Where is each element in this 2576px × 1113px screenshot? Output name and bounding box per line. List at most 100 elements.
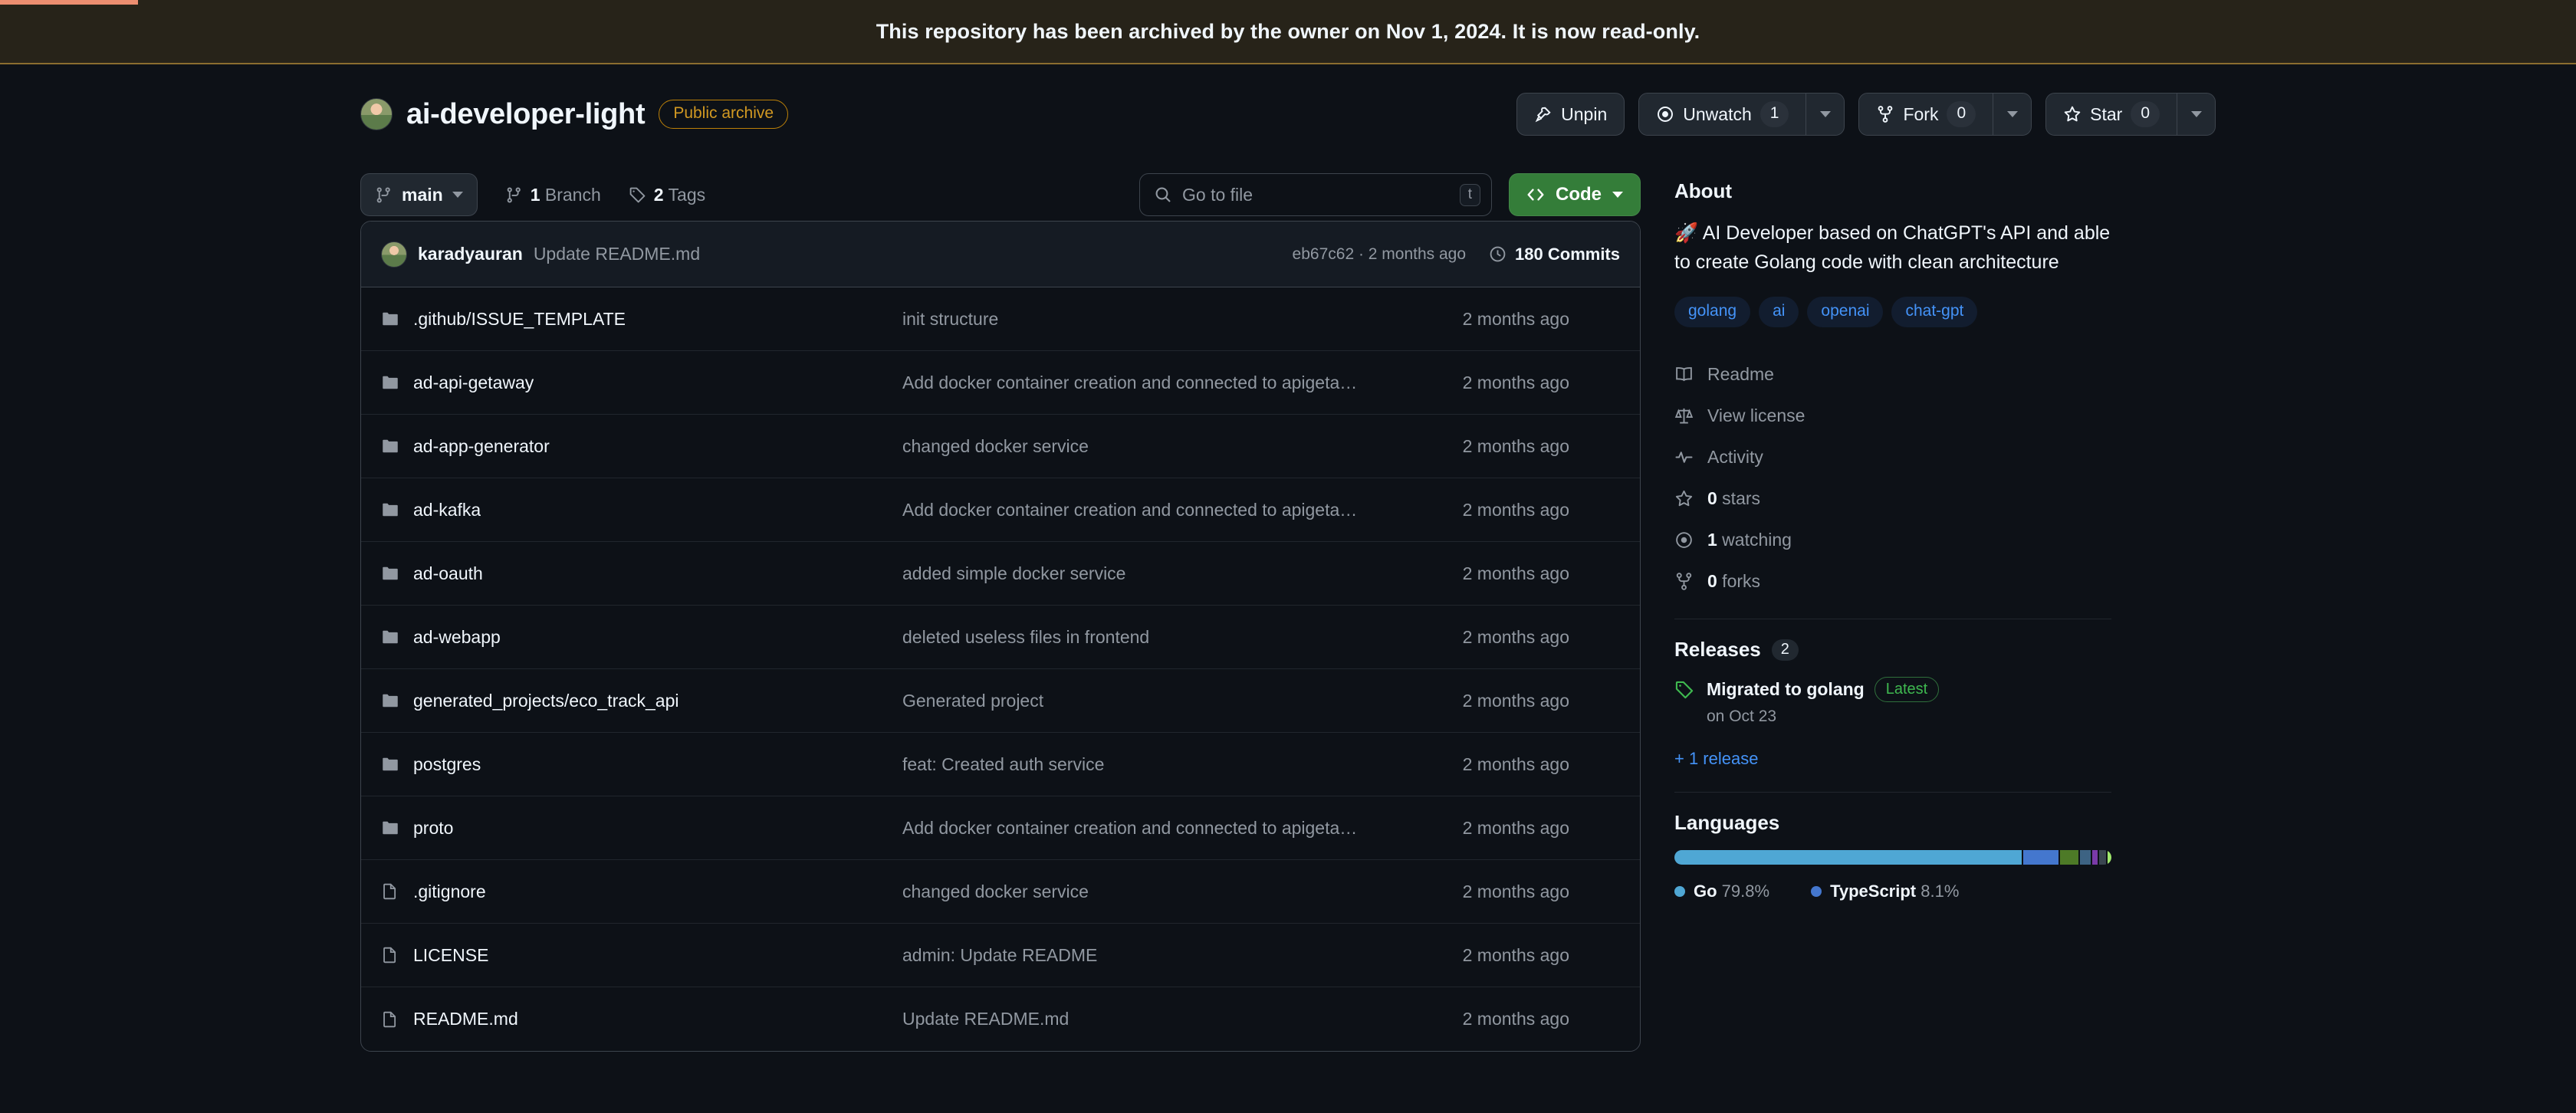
commit-message[interactable]: Update README.md — [534, 244, 700, 264]
topic-tag[interactable]: openai — [1807, 297, 1884, 328]
release-latest-badge: Latest — [1874, 677, 1940, 703]
commit-sha-and-time[interactable]: eb67c62 · 2 months ago — [1293, 245, 1467, 264]
file-commit-age: 2 months ago — [1462, 626, 1569, 647]
eye-icon — [1676, 531, 1692, 548]
table-row[interactable]: ad-oauth added simple docker service 2 mon… — [361, 542, 1640, 606]
file-name[interactable]: ad-api-getaway — [413, 373, 534, 393]
star-count: 0 — [2131, 101, 2160, 127]
watch-dropdown-button[interactable] — [1806, 94, 1845, 135]
commit-author-avatar[interactable] — [381, 241, 407, 268]
language-segment[interactable] — [2023, 850, 2058, 865]
file-name-cell[interactable]: ad-app-generator — [381, 436, 902, 457]
star-dropdown-button[interactable] — [2177, 94, 2215, 135]
file-name[interactable]: ad-app-generator — [413, 436, 550, 457]
file-commit-message[interactable]: init structure — [902, 309, 1393, 330]
file-name-cell[interactable]: proto — [381, 818, 902, 839]
more-releases-link[interactable]: + 1 release — [1674, 749, 2111, 769]
file-name-cell[interactable]: ad-oauth — [381, 563, 902, 584]
table-row[interactable]: LICENSE admin: Update README 2 months ago — [361, 924, 1640, 987]
release-name[interactable]: Migrated to golang — [1707, 679, 1865, 700]
file-name-cell[interactable]: .gitignore — [381, 882, 902, 902]
file-commit-message[interactable]: Add docker container creation and connec… — [902, 373, 1393, 393]
topic-tag[interactable]: chat-gpt — [1891, 297, 1978, 328]
language-segment[interactable] — [2092, 850, 2098, 865]
language-legend-item[interactable]: TypeScript 8.1% — [1811, 882, 1959, 901]
file-name-cell[interactable]: postgres — [381, 754, 902, 775]
file-commit-message[interactable]: deleted useless files in frontend — [902, 627, 1393, 648]
file-name-cell[interactable]: ad-api-getaway — [381, 373, 902, 393]
file-commit-age: 2 months ago — [1462, 690, 1569, 711]
fork-button[interactable]: Fork 0 — [1859, 94, 1993, 135]
star-button[interactable]: Star 0 — [2046, 94, 2177, 135]
fork-label: Fork — [1903, 103, 1939, 124]
table-row[interactable]: .github/ISSUE_TEMPLATE init structure 2 mo… — [361, 287, 1640, 351]
branches-link[interactable]: 1 Branch — [505, 185, 601, 205]
sidebar-item-label: View license — [1707, 405, 1806, 425]
file-name[interactable]: ad-kafka — [413, 500, 481, 520]
file-name[interactable]: README.md — [413, 1009, 518, 1029]
language-segment[interactable] — [2107, 850, 2111, 865]
sidebar-item-law[interactable]: View license — [1674, 395, 2111, 436]
file-name-cell[interactable]: ad-kafka — [381, 500, 902, 520]
file-name[interactable]: .gitignore — [413, 882, 486, 902]
topic-tag[interactable]: ai — [1759, 297, 1799, 328]
code-button-label: Code — [1556, 184, 1602, 205]
commit-author-name[interactable]: karadyauran — [418, 244, 523, 264]
file-name[interactable]: LICENSE — [413, 945, 488, 966]
language-legend-item[interactable]: Go 79.8% — [1674, 882, 1769, 901]
sidebar-item-star[interactable]: 0 stars — [1674, 478, 2111, 519]
commit-history-link[interactable]: 180 Commits — [1489, 245, 1620, 264]
file-commit-message[interactable]: changed docker service — [902, 882, 1393, 902]
table-row[interactable]: README.md Update README.md 2 months ago — [361, 987, 1640, 1051]
file-commit-age: 2 months ago — [1462, 372, 1569, 392]
unpin-button[interactable]: Unpin — [1516, 93, 1625, 136]
file-commit-message[interactable]: feat: Created auth service — [902, 754, 1393, 775]
repository-header: ai-developer-light Public archive Unpin … — [360, 64, 2216, 158]
table-row[interactable]: ad-webapp deleted useless files in fronte… — [361, 606, 1640, 669]
tags-link[interactable]: 2 Tags — [629, 185, 705, 205]
file-name[interactable]: postgres — [413, 754, 481, 775]
file-name-cell[interactable]: .github/ISSUE_TEMPLATE — [381, 309, 902, 330]
fork-dropdown-button[interactable] — [1993, 94, 2032, 135]
table-row[interactable]: postgres feat: Created auth service 2 mont… — [361, 733, 1640, 796]
file-name[interactable]: ad-webapp — [413, 627, 501, 648]
file-name[interactable]: generated_projects/eco_track_api — [413, 691, 679, 711]
table-row[interactable]: generated_projects/eco_track_api Generate… — [361, 669, 1640, 733]
watch-button-group: Unwatch 1 — [1638, 93, 1845, 136]
file-commit-message[interactable]: Generated project — [902, 691, 1393, 711]
file-name-cell[interactable]: LICENSE — [381, 945, 902, 966]
repository-name[interactable]: ai-developer-light — [406, 98, 646, 131]
table-row[interactable]: ad-kafka Add docker container creation an… — [361, 478, 1640, 542]
table-row[interactable]: ad-app-generator changed docker service 2 … — [361, 415, 1640, 478]
sidebar-item-fork[interactable]: 0 forks — [1674, 560, 2111, 602]
table-row[interactable]: ad-api-getaway Add docker container creat… — [361, 351, 1640, 415]
sidebar-item-book[interactable]: Readme — [1674, 353, 2111, 395]
language-segment[interactable] — [2060, 850, 2079, 865]
file-name-cell[interactable]: generated_projects/eco_track_api — [381, 691, 902, 711]
file-name[interactable]: ad-oauth — [413, 563, 483, 584]
file-name-cell[interactable]: README.md — [381, 1009, 902, 1029]
file-commit-message[interactable]: changed docker service — [902, 436, 1393, 457]
sidebar-item-eye[interactable]: 1 watching — [1674, 519, 2111, 560]
table-row[interactable]: .gitignore changed docker service 2 months… — [361, 860, 1640, 924]
file-name[interactable]: .github/ISSUE_TEMPLATE — [413, 309, 626, 330]
unwatch-button[interactable]: Unwatch 1 — [1639, 94, 1806, 135]
file-commit-message[interactable]: admin: Update README — [902, 945, 1393, 966]
owner-avatar[interactable] — [360, 98, 393, 130]
sidebar-item-pulse[interactable]: Activity — [1674, 436, 2111, 478]
language-segment[interactable] — [2098, 850, 2106, 865]
file-commit-message[interactable]: Add docker container creation and connec… — [902, 500, 1393, 520]
latest-release-row[interactable]: Migrated to golang Latest on Oct 23 — [1674, 677, 2111, 726]
topic-tag[interactable]: golang — [1674, 297, 1751, 328]
code-button[interactable]: Code — [1509, 173, 1641, 216]
language-segment[interactable] — [1674, 850, 2022, 865]
file-name[interactable]: proto — [413, 818, 453, 839]
file-commit-message[interactable]: Update README.md — [902, 1009, 1393, 1029]
file-name-cell[interactable]: ad-webapp — [381, 627, 902, 648]
branch-selector-button[interactable]: main — [360, 173, 478, 216]
file-commit-message[interactable]: Add docker container creation and connec… — [902, 818, 1393, 839]
go-to-file-search[interactable]: Go to file t — [1139, 173, 1492, 216]
language-segment[interactable] — [2080, 850, 2091, 865]
file-commit-message[interactable]: added simple docker service — [902, 563, 1393, 584]
table-row[interactable]: proto Add docker container creation and c… — [361, 796, 1640, 860]
